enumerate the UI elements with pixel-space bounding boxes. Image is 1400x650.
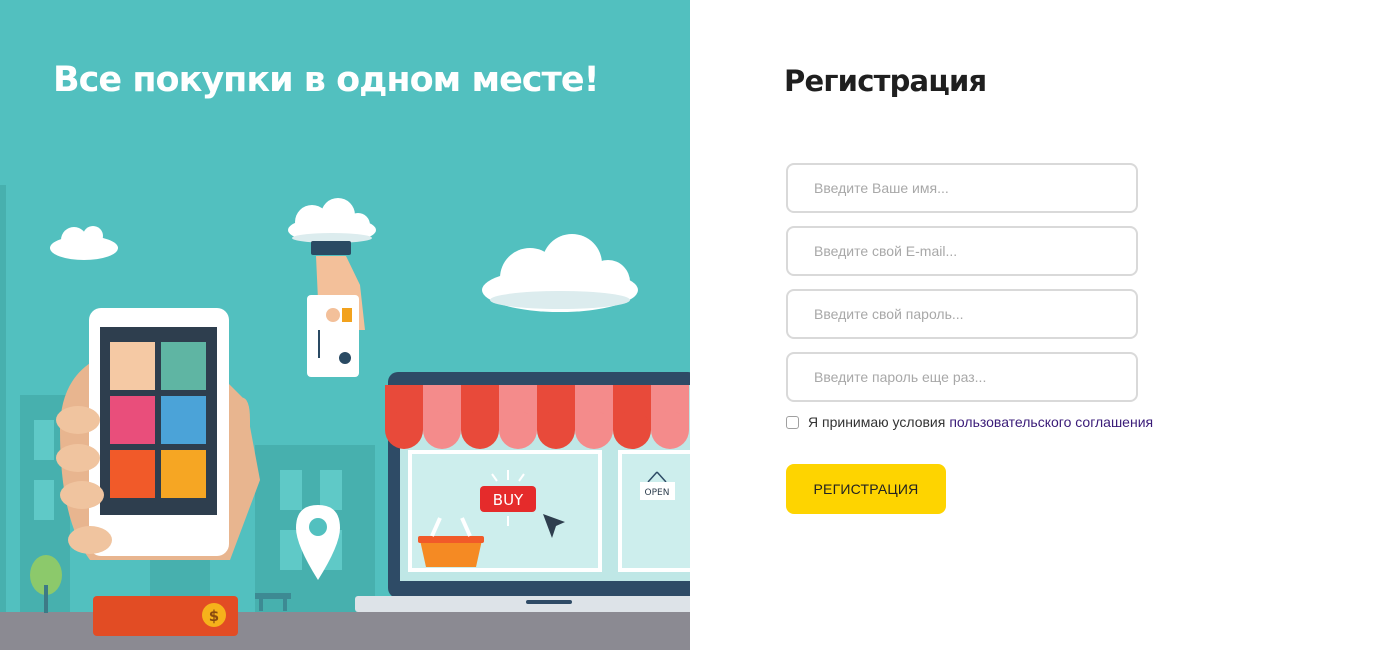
user-agreement-link[interactable]: пользовательского соглашения	[949, 414, 1153, 430]
password-confirm-input[interactable]	[786, 352, 1138, 402]
registration-page: $ BUY OPEN Все покупки в одном месте! Ре…	[0, 0, 1400, 650]
hero-title: Все покупки в одном месте!	[53, 60, 600, 100]
laptop-store: BUY OPEN	[355, 372, 690, 612]
name-input[interactable]	[786, 163, 1138, 213]
register-button[interactable]: РЕГИСТРАЦИЯ	[786, 464, 946, 514]
svg-text:BUY: BUY	[493, 491, 524, 509]
agreement-row: Я принимаю условия пользовательского сог…	[786, 412, 1153, 432]
agreement-text: Я принимаю условия	[808, 414, 946, 430]
svg-text:OPEN: OPEN	[645, 488, 670, 498]
agreement-checkbox[interactable]	[786, 415, 799, 429]
form-title: Регистрация	[784, 64, 987, 98]
email-input[interactable]	[786, 226, 1138, 276]
hero-panel: $ BUY OPEN Все покупки в одном месте!	[0, 0, 690, 650]
credit-card-hand	[307, 241, 365, 377]
registration-form-panel: Регистрация Я принимаю условия пользоват…	[690, 0, 1400, 650]
coin-icon: $	[209, 607, 219, 625]
password-input[interactable]	[786, 289, 1138, 339]
